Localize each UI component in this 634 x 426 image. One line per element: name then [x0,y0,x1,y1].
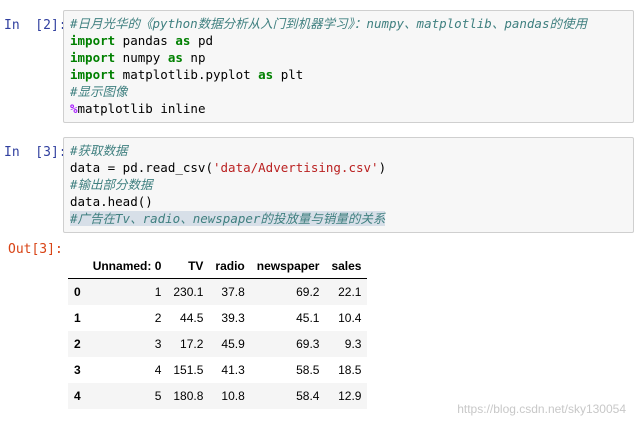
index-header [68,254,87,279]
code-text: pandas [115,33,176,48]
code-text: np [182,50,206,65]
row-index: 1 [74,311,81,325]
table-row: 4 5 180.8 10.8 58.4 12.9 [68,383,368,409]
table-cell: 5 [154,389,162,403]
keyword-as: as [175,33,191,48]
table-cell: 18.5 [338,363,362,377]
table-row: 0 1 230.1 37.8 69.2 22.1 [68,278,368,305]
code-line-import-numpy: import numpy as np [70,49,627,66]
keyword-import: import [70,67,116,82]
table-row: 3 4 151.5 41.3 58.5 18.5 [68,357,367,383]
table-cell: 58.4 [296,389,320,403]
keyword-as: as [167,50,183,65]
table-cell: 58.5 [296,363,320,377]
code-line-magic: %matplotlib inline [70,100,627,117]
dataframe-output: Unnamed: 0 TV radio newspaper sales 0 1 … [68,254,368,409]
code-line-import-matplotlib: import matplotlib.pyplot as plt [70,66,627,83]
keyword-as: as [258,67,274,82]
code-line-comment: #输出部分数据 [70,176,627,193]
table-cell: 1 [154,285,162,299]
code-line-comment: #获取数据 [70,142,627,159]
table-cell: 9.3 [344,337,362,351]
code-text: ) [378,160,387,175]
table-cell: 3 [154,337,162,351]
code-cell-imports[interactable]: #日月光华的《python数据分析从入门到机器学习》：numpy、matplot… [63,10,634,123]
code-cell-read-data[interactable]: #获取数据 data = pd.read_csv('data/Advertisi… [63,137,634,233]
table-cell: 69.3 [296,337,320,351]
comment-text: #日月光华的《python数据分析从入门到机器学习》：numpy、matplot… [70,16,587,31]
table-cell: 39.3 [221,311,245,325]
keyword-import: import [70,50,116,65]
table-cell: 45.9 [221,337,245,351]
comment-text: #输出部分数据 [70,177,153,192]
code-text: data.head() [70,194,153,209]
code-line-comment: #日月光华的《python数据分析从入门到机器学习》：numpy、matplot… [70,15,627,32]
column-header: Unnamed: 0 [86,254,168,279]
table-cell: 44.5 [180,311,204,325]
code-line-comment-highlighted: #广告在Tv、radio、newspaper的投放量与销量的关系 [70,210,627,227]
table-row: 2 3 17.2 45.9 69.3 9.3 [68,331,368,357]
table-cell: 37.8 [221,285,245,299]
code-text: matplotlib.pyplot [115,67,259,82]
input-prompt-3: In [3]: [4,145,67,160]
comment-text: #广告在Tv、radio、newspaper的投放量与销量的关系 [70,211,386,226]
output-prompt-3: Out[3]: [8,242,63,257]
row-index: 3 [74,363,81,377]
row-index: 4 [74,389,81,403]
string-literal: 'data/Advertising.csv' [213,160,379,175]
table-cell: 17.2 [180,337,204,351]
input-prompt-2: In [2]: [4,18,67,33]
table-cell: 22.1 [338,285,362,299]
comment-text: #显示图像 [70,84,128,99]
keyword-import: import [70,33,116,48]
column-header: radio [209,254,251,279]
table-cell: 10.8 [221,389,245,403]
table-cell: 180.8 [173,389,204,403]
column-header: newspaper [250,254,326,279]
comment-text: #获取数据 [70,143,128,158]
column-header: TV [167,254,210,279]
table-cell: 10.4 [338,311,362,325]
table-cell: 12.9 [338,389,362,403]
row-index: 2 [74,337,81,351]
code-line-comment: #显示图像 [70,83,627,100]
magic-percent: % [70,101,78,116]
table-cell: 230.1 [173,285,204,299]
table-header-row: Unnamed: 0 TV radio newspaper sales [68,254,368,279]
table-cell: 41.3 [221,363,245,377]
watermark-url: https://blog.csdn.net/sky130054 [457,402,626,416]
code-text: plt [273,67,304,82]
code-text: data = pd.read_csv( [70,160,213,175]
code-line-head: data.head() [70,193,627,210]
table-cell: 69.2 [296,285,320,299]
table-cell: 151.5 [173,363,204,377]
code-text: pd [190,33,214,48]
code-text: numpy [115,50,168,65]
code-text: matplotlib inline [77,101,206,116]
table-row: 1 2 44.5 39.3 45.1 10.4 [68,305,367,331]
table-cell: 45.1 [296,311,320,325]
column-header: sales [325,254,368,279]
row-index: 0 [74,285,81,299]
code-line-read-csv: data = pd.read_csv('data/Advertising.csv… [70,159,627,176]
table-cell: 4 [154,363,162,377]
table-cell: 2 [154,311,162,325]
code-line-import-pandas: import pandas as pd [70,32,627,49]
